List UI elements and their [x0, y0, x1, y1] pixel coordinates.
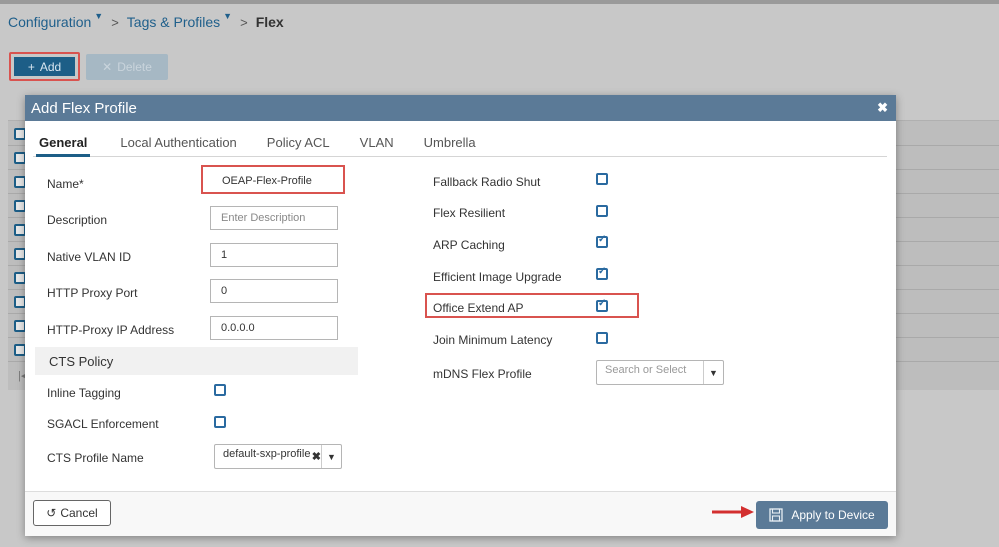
- http-proxy-ip-label: HTTP-Proxy IP Address: [47, 323, 175, 337]
- office-extend-ap-label: Office Extend AP: [433, 301, 524, 315]
- inline-tagging-checkbox[interactable]: [214, 384, 226, 396]
- http-proxy-ip-field[interactable]: 0.0.0.0: [210, 316, 338, 340]
- check-icon: ✓: [598, 298, 607, 309]
- arp-caching-label: ARP Caching: [433, 238, 505, 252]
- cancel-button[interactable]: ↺ Cancel: [33, 500, 111, 526]
- top-bar: [0, 0, 999, 4]
- efficient-image-upgrade-checkbox[interactable]: ✓: [596, 266, 608, 280]
- breadcrumb-configuration[interactable]: Configuration ▼: [8, 11, 104, 30]
- breadcrumb: Configuration ▼ > Tags & Profiles ▼ > Flex: [8, 11, 284, 32]
- mdns-flex-profile-select[interactable]: Search or Select ▼: [596, 360, 724, 385]
- fallback-radio-shut-checkbox[interactable]: [596, 173, 608, 185]
- breadcrumb-tags-profiles[interactable]: Tags & Profiles ▼: [127, 11, 233, 30]
- close-icon[interactable]: ✖: [877, 100, 888, 116]
- native-vlan-label: Native VLAN ID: [47, 250, 132, 264]
- fallback-radio-shut-label: Fallback Radio Shut: [433, 175, 541, 189]
- tab-local-authentication[interactable]: Local Authentication: [120, 131, 236, 157]
- sgacl-enforcement-label: SGACL Enforcement: [47, 417, 159, 431]
- check-icon: ✓: [598, 234, 607, 245]
- chevron-down-icon[interactable]: ▼: [321, 445, 341, 468]
- mdns-placeholder: Search or Select: [605, 363, 687, 376]
- undo-icon: ↺: [46, 506, 57, 520]
- breadcrumb-current: Flex: [255, 14, 284, 30]
- name-label: Name*: [47, 177, 84, 191]
- flex-resilient-checkbox[interactable]: [596, 205, 608, 217]
- join-minimum-latency-checkbox[interactable]: [596, 332, 608, 344]
- save-icon: [769, 508, 783, 522]
- arp-caching-checkbox[interactable]: ✓: [596, 234, 608, 248]
- add-flex-profile-dialog: Add Flex Profile ✖ General Local Authent…: [25, 95, 896, 536]
- description-label: Description: [47, 213, 108, 227]
- delete-button[interactable]: ✕ Delete: [86, 54, 168, 80]
- dialog-footer: ↺ Cancel Apply to Device: [25, 491, 896, 536]
- arrow-right-icon: [712, 506, 754, 518]
- join-minimum-latency-label: Join Minimum Latency: [433, 333, 553, 347]
- efficient-image-upgrade-label: Efficient Image Upgrade: [433, 270, 562, 284]
- close-icon: ✕: [102, 60, 113, 74]
- chevron-right-icon: >: [240, 14, 248, 30]
- cts-policy-header: CTS Policy: [35, 347, 358, 375]
- tab-policy-acl[interactable]: Policy ACL: [267, 131, 330, 157]
- sgacl-enforcement-checkbox[interactable]: [214, 416, 226, 428]
- check-icon: ✓: [598, 266, 607, 277]
- inline-tagging-label: Inline Tagging: [47, 386, 121, 400]
- plus-icon: +: [27, 59, 35, 74]
- cts-profile-value: default-sxp-profile: [223, 447, 311, 460]
- dialog-title: Add Flex Profile: [31, 99, 137, 117]
- cts-profile-name-label: CTS Profile Name: [47, 451, 144, 465]
- dialog-tabs: General Local Authentication Policy ACL …: [33, 131, 887, 157]
- name-field[interactable]: OEAP-Flex-Profile: [210, 170, 338, 192]
- apply-to-device-button[interactable]: Apply to Device: [756, 501, 888, 529]
- cts-profile-select[interactable]: default-sxp-profile ✖ ▼: [214, 444, 342, 469]
- caret-down-icon: ▼: [94, 11, 104, 21]
- native-vlan-field[interactable]: 1: [210, 243, 338, 267]
- office-extend-ap-checkbox[interactable]: ✓: [596, 298, 608, 312]
- mdns-flex-profile-label: mDNS Flex Profile: [433, 367, 532, 381]
- description-field[interactable]: Enter Description: [210, 206, 338, 230]
- clear-icon[interactable]: ✖: [312, 450, 321, 463]
- dialog-header: Add Flex Profile ✖: [25, 95, 896, 121]
- caret-down-icon: ▼: [223, 11, 233, 21]
- flex-resilient-label: Flex Resilient: [433, 206, 506, 220]
- chevron-right-icon: >: [111, 14, 119, 30]
- tab-umbrella[interactable]: Umbrella: [424, 131, 476, 157]
- chevron-down-icon[interactable]: ▼: [703, 361, 723, 384]
- http-proxy-port-field[interactable]: 0: [210, 279, 338, 303]
- tab-general[interactable]: General: [36, 131, 91, 157]
- http-proxy-port-label: HTTP Proxy Port: [47, 286, 138, 300]
- add-button[interactable]: + Add: [14, 57, 75, 76]
- tab-vlan[interactable]: VLAN: [360, 131, 394, 157]
- add-button-highlight: + Add: [9, 52, 80, 81]
